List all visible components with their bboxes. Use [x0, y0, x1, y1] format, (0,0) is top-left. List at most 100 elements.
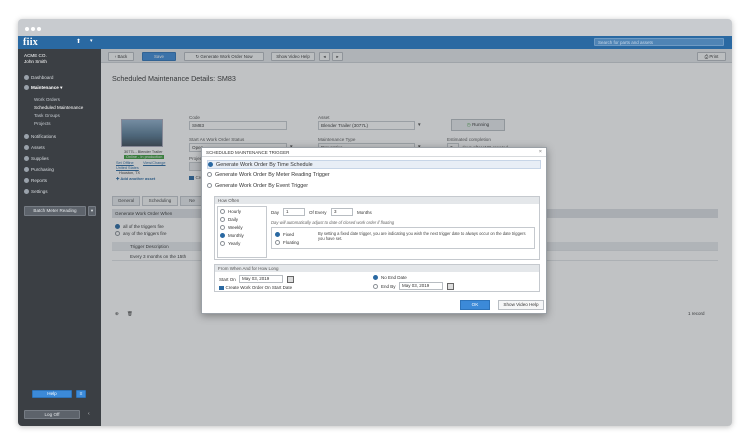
ok-button[interactable]: OK — [460, 300, 490, 310]
how-often-header: How Often — [215, 197, 539, 204]
option-time-schedule[interactable]: Generate Work Order By Time Schedule — [207, 160, 541, 169]
end-by-input[interactable]: May 03, 2019 — [399, 282, 443, 290]
radio-empty-icon — [220, 225, 225, 230]
radio-selected-icon — [275, 232, 280, 237]
chart-icon — [24, 178, 29, 183]
global-search-input[interactable]: Search for parts and assets — [594, 38, 724, 46]
sidebar-item-maintenance[interactable]: Maintenance ▾ — [24, 85, 62, 91]
checkbox-checked-icon — [219, 285, 224, 290]
truck-icon — [24, 156, 29, 161]
upload-icon[interactable]: ⬆ — [76, 38, 81, 45]
trigger-dialog: SCHEDULED MAINTENANCE TRIGGER × Generate… — [201, 147, 547, 314]
sidebar-item-settings[interactable]: Settings — [24, 189, 48, 194]
day-input[interactable]: 1 — [283, 208, 305, 216]
box-icon — [24, 145, 29, 150]
option-meter-reading[interactable]: Generate Work Order By Meter Reading Tri… — [207, 171, 541, 180]
calendar-icon[interactable] — [287, 276, 294, 283]
window-control-dot[interactable] — [25, 27, 29, 31]
start-on-input[interactable]: May 03, 2019 — [239, 275, 283, 283]
sidebar-item-supplies[interactable]: Supplies — [24, 156, 49, 161]
chevron-down-icon[interactable]: ▾ — [88, 206, 96, 216]
radio-empty-icon — [207, 172, 212, 177]
how-often-group: How Often Hourly Daily Weekly Monthly Ye… — [214, 196, 540, 260]
sidebar-item-label: Notifications — [31, 134, 57, 139]
help-menu-icon[interactable]: ≡ — [76, 390, 86, 398]
radio-empty-icon — [220, 217, 225, 222]
close-icon[interactable]: × — [539, 149, 542, 155]
radio-empty-icon — [220, 241, 225, 246]
freq-hourly[interactable]: Hourly — [220, 209, 241, 214]
log-off-button[interactable]: Log Off — [24, 410, 80, 419]
frequency-list: Hourly Daily Weekly Monthly Yearly — [217, 206, 267, 258]
dialog-title: SCHEDULED MAINTENANCE TRIGGER — [202, 148, 546, 157]
create-on-start-checkbox[interactable]: Create Work Order On Start Date — [219, 285, 292, 290]
sidebar-item-reports[interactable]: Reports — [24, 178, 47, 183]
fixed-label: Fixed — [283, 232, 295, 237]
radio-empty-icon — [275, 240, 280, 245]
sidebar-item-label: Settings — [31, 189, 48, 194]
cart-icon — [24, 167, 29, 172]
sidebar-subitem-projects[interactable]: Projects — [34, 121, 51, 126]
fixed-floating-group: Fixed Floating By setting a fixed date t… — [271, 227, 535, 249]
sidebar-subitem-scheduled-maintenance[interactable]: Scheduled Maintenance — [34, 105, 83, 110]
freq-label: Hourly — [228, 209, 242, 214]
sidebar: ACME CO. John Smith Dashboard Maintenanc… — [18, 49, 101, 426]
collapse-sidebar-icon[interactable]: ‹ — [88, 411, 90, 417]
batch-meter-reading-button[interactable]: Batch Meter Reading — [24, 206, 86, 216]
gear-icon — [24, 189, 29, 194]
window-control-dot[interactable] — [31, 27, 35, 31]
no-end-date-radio[interactable]: No End Date — [373, 275, 407, 280]
end-by-label: End By — [381, 284, 396, 289]
sidebar-item-notifications[interactable]: Notifications — [24, 134, 56, 139]
sidebar-item-label: Assets — [31, 145, 45, 150]
floating-radio[interactable]: Floating — [275, 240, 299, 245]
fixed-note: By setting a fixed date trigger, you are… — [318, 231, 526, 241]
sidebar-subitem-work-orders[interactable]: Work Orders — [34, 97, 60, 102]
org-name: ACME CO. — [24, 53, 47, 58]
radio-empty-icon — [207, 183, 212, 188]
freq-monthly[interactable]: Monthly — [220, 233, 244, 238]
floating-label: Floating — [283, 240, 300, 245]
option-label: Generate Work Order By Meter Reading Tri… — [215, 172, 330, 178]
start-on-label: Start On — [219, 277, 236, 282]
sidebar-item-assets[interactable]: Assets — [24, 145, 45, 150]
chevron-down-icon[interactable]: ▾ — [90, 38, 93, 44]
freq-yearly[interactable]: Yearly — [220, 241, 240, 246]
freq-label: Daily — [228, 217, 239, 222]
radio-selected-icon — [208, 162, 213, 167]
window-control-dot[interactable] — [37, 27, 41, 31]
option-label: Generate Work Order By Time Schedule — [216, 162, 313, 168]
radio-empty-icon — [373, 284, 378, 289]
months-label: Months — [357, 210, 372, 215]
sidebar-item-label: Supplies — [31, 156, 49, 161]
sidebar-item-label: Maintenance — [31, 85, 59, 90]
sidebar-item-dashboard[interactable]: Dashboard — [24, 75, 53, 80]
sidebar-item-label: Purchasing — [31, 167, 54, 172]
option-event-trigger[interactable]: Generate Work Order By Event Trigger — [207, 182, 541, 191]
adjust-note: Day will automatically adjust to date of… — [271, 220, 395, 225]
freq-label: Yearly — [228, 241, 241, 246]
radio-empty-icon — [220, 209, 225, 214]
calendar-icon[interactable] — [447, 283, 454, 290]
option-label: Generate Work Order By Event Trigger — [215, 183, 309, 189]
freq-label: Monthly — [228, 233, 244, 238]
day-label: Day — [271, 210, 280, 215]
fixed-radio[interactable]: Fixed — [275, 232, 294, 237]
from-when-header: From When And for How Long — [215, 265, 539, 272]
sidebar-subitem-task-groups[interactable]: Task Groups — [34, 113, 60, 118]
end-by-radio[interactable]: End By — [373, 284, 396, 289]
sidebar-item-purchasing[interactable]: Purchasing — [24, 167, 54, 172]
help-button[interactable]: Help — [32, 390, 72, 398]
radio-selected-icon — [220, 233, 225, 238]
org-info: ACME CO. John Smith — [24, 53, 47, 64]
freq-label: Weekly — [228, 225, 243, 230]
radio-selected-icon — [373, 275, 378, 280]
freq-daily[interactable]: Daily — [220, 217, 238, 222]
freq-weekly[interactable]: Weekly — [220, 225, 243, 230]
wrench-icon — [24, 85, 29, 90]
video-help-button[interactable]: Show Video Help — [498, 300, 544, 310]
sidebar-item-label: Reports — [31, 178, 48, 183]
fiix-logo[interactable]: fiix — [23, 37, 38, 48]
of-every-input[interactable]: 3 — [331, 208, 353, 216]
no-end-date-label: No End Date — [381, 275, 407, 280]
